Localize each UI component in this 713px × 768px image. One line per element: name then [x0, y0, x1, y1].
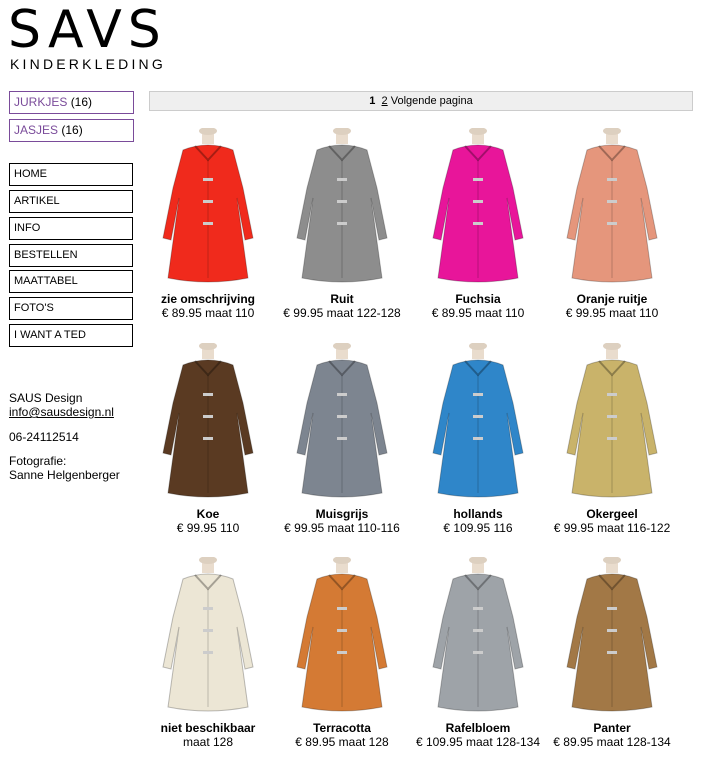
- product-name: Oranje ruitje: [576, 292, 648, 306]
- nav-i-want-a-ted[interactable]: I WANT A TED: [9, 324, 133, 347]
- product-name: zie omschrijving: [160, 292, 256, 306]
- coat-image: [296, 557, 388, 712]
- category-count: (16): [61, 123, 83, 137]
- product-card[interactable]: hollands € 109.95 116: [408, 343, 548, 535]
- category-count: (16): [70, 95, 93, 109]
- product-card[interactable]: Muisgrijs € 99.95 maat 110-116: [272, 343, 412, 535]
- product-name: Koe: [196, 507, 220, 521]
- product-card[interactable]: Koe € 99.95 110: [138, 343, 278, 535]
- nav-maattabel[interactable]: MAATTABEL: [9, 270, 133, 293]
- product-price: € 109.95 maat 128-134: [415, 735, 541, 749]
- contact-email-wrap: info@sausdesign.nl: [9, 405, 114, 419]
- product-price: € 99.95 maat 110: [565, 306, 659, 320]
- coat-image: [162, 128, 254, 283]
- logo[interactable]: SAVS KINDERKLEDING: [8, 2, 188, 72]
- page-2-link[interactable]: 2: [382, 95, 388, 107]
- product-price: € 99.95 110: [176, 521, 240, 535]
- coat-image: [566, 128, 658, 283]
- contact-company: SAUS Design: [9, 391, 83, 405]
- category-label: JURKJES: [14, 95, 68, 109]
- coat-image: [296, 128, 388, 283]
- product-price: € 89.95 maat 128: [295, 735, 389, 749]
- next-page-link[interactable]: Volgende pagina: [391, 95, 473, 107]
- product-card[interactable]: Fuchsia € 89.95 maat 110: [408, 128, 548, 320]
- product-name: Muisgrijs: [315, 507, 369, 521]
- product-card[interactable]: zie omschrijving € 89.95 maat 110: [138, 128, 278, 320]
- coat-image: [566, 557, 658, 712]
- product-price: € 109.95 116: [443, 521, 513, 535]
- product-card[interactable]: Rafelbloem € 109.95 maat 128-134: [408, 557, 548, 749]
- nav-info[interactable]: INFO: [9, 217, 133, 240]
- coat-image: [432, 343, 524, 498]
- coat-image: [432, 557, 524, 712]
- product-price: € 99.95 maat 110-116: [284, 521, 400, 535]
- category-jasjes[interactable]: JASJES (16): [9, 119, 134, 142]
- product-price: € 99.95 maat 116-122: [553, 521, 671, 535]
- nav-fotos[interactable]: FOTO'S: [9, 297, 133, 320]
- product-name: Panter: [593, 721, 631, 735]
- product-name: Ruit: [330, 292, 354, 306]
- product-price: € 89.95 maat 128-134: [553, 735, 671, 749]
- logo-tagline: KINDERKLEDING: [10, 56, 166, 72]
- product-card[interactable]: Terracotta € 89.95 maat 128: [272, 557, 412, 749]
- contact-photographer: Sanne Helgenberger: [9, 468, 120, 482]
- nav-artikel[interactable]: ARTIKEL: [9, 190, 133, 213]
- product-card[interactable]: Oranje ruitje € 99.95 maat 110: [542, 128, 682, 320]
- product-name: Okergeel: [586, 507, 638, 521]
- product-name: Terracotta: [313, 721, 371, 735]
- product-price: maat 128: [182, 735, 234, 749]
- contact-photo-label: Fotografie:: [9, 454, 67, 468]
- nav-bestellen[interactable]: BESTELLEN: [9, 244, 133, 267]
- product-price: € 99.95 maat 122-128: [283, 306, 401, 320]
- logo-wordmark: SAVS: [8, 0, 167, 60]
- product-name: hollands: [453, 507, 503, 521]
- category-label: JASJES: [14, 123, 59, 137]
- product-card[interactable]: Panter € 89.95 maat 128-134: [542, 557, 682, 749]
- contact-email-link[interactable]: info@sausdesign.nl: [9, 405, 114, 419]
- coat-image: [432, 128, 524, 283]
- product-name: Fuchsia: [455, 292, 501, 306]
- product-card[interactable]: Okergeel € 99.95 maat 116-122: [542, 343, 682, 535]
- coat-image: [162, 557, 254, 712]
- product-name: niet beschikbaar: [160, 721, 256, 735]
- product-card[interactable]: niet beschikbaar maat 128: [138, 557, 278, 749]
- coat-image: [296, 343, 388, 498]
- product-price: € 89.95 maat 110: [431, 306, 525, 320]
- contact-phone: 06-24112514: [9, 430, 79, 444]
- page-current: 1: [369, 95, 376, 107]
- category-jurkjes[interactable]: JURKJES (16): [9, 91, 134, 114]
- pagination-bar: 1 2 Volgende pagina: [149, 91, 693, 111]
- coat-image: [162, 343, 254, 498]
- nav-home[interactable]: HOME: [9, 163, 133, 186]
- coat-image: [566, 343, 658, 498]
- product-card[interactable]: Ruit € 99.95 maat 122-128: [272, 128, 412, 320]
- product-name: Rafelbloem: [445, 721, 511, 735]
- product-price: € 89.95 maat 110: [161, 306, 255, 320]
